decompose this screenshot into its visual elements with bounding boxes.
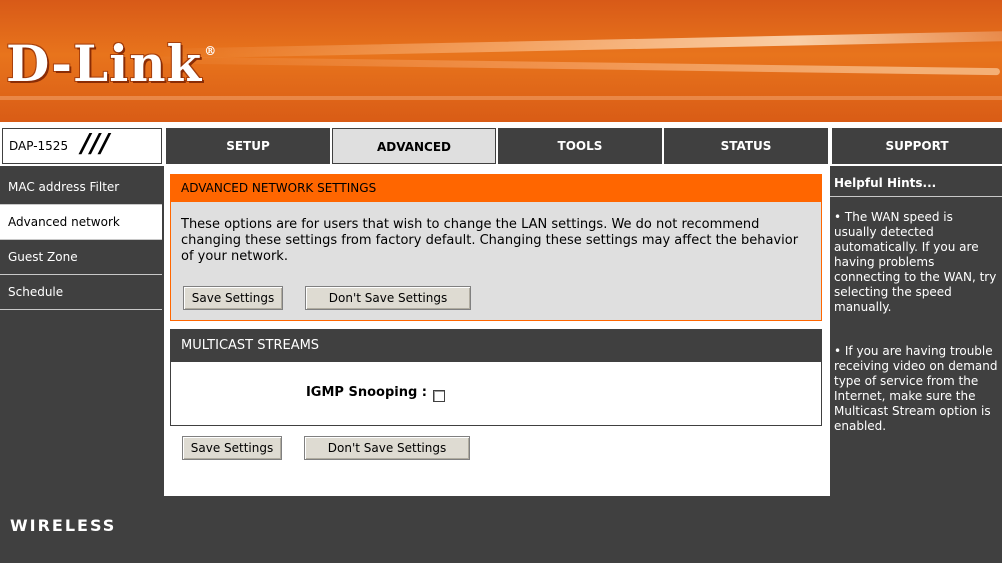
- divider: [830, 196, 1002, 197]
- wireless-logo: WIRELESS: [10, 516, 117, 535]
- section-title: MULTICAST STREAMS: [171, 330, 821, 362]
- registered-mark: ®: [204, 44, 218, 58]
- tab-support[interactable]: SUPPORT: [832, 128, 1002, 164]
- banner-streak: [119, 55, 1001, 76]
- banner-streak: [159, 31, 1002, 59]
- banner-streak: [0, 96, 1002, 100]
- save-settings-button[interactable]: Save Settings: [183, 286, 283, 310]
- model-label-box: DAP-1525 ///: [2, 128, 162, 164]
- section-description: These options are for users that wish to…: [181, 217, 799, 264]
- save-settings-button[interactable]: Save Settings: [182, 436, 282, 460]
- header-banner: D-Link ®: [0, 0, 1002, 122]
- dlink-logo: D-Link ®: [6, 34, 218, 93]
- model-name: DAP-1525: [9, 139, 69, 153]
- sidebar-item-mac-address-filter[interactable]: MAC address Filter: [0, 170, 162, 205]
- tab-status[interactable]: STATUS: [664, 128, 828, 164]
- router-admin-page: D-Link ® DAP-1525 /// SETUP ADVANCED TOOL…: [0, 0, 1002, 563]
- slashes-icon: ///: [81, 129, 110, 159]
- main-content: ADVANCED NETWORK SETTINGS These options …: [164, 166, 830, 496]
- hint-text: • If you are having trouble receiving vi…: [834, 344, 998, 433]
- sidebar-item-advanced-network[interactable]: Advanced network: [0, 205, 162, 240]
- helpful-hints-panel: Helpful Hints... • The WAN speed is usua…: [830, 166, 1002, 496]
- dont-save-settings-button[interactable]: Don't Save Settings: [305, 286, 471, 310]
- section-title: ADVANCED NETWORK SETTINGS: [171, 175, 821, 202]
- hint-text: • The WAN speed is usually detected auto…: [834, 210, 997, 314]
- igmp-snooping-checkbox[interactable]: [433, 390, 445, 402]
- hints-title: Helpful Hints...: [834, 176, 937, 190]
- tab-setup[interactable]: SETUP: [166, 128, 330, 164]
- multicast-streams-section: MULTICAST STREAMS IGMP Snooping :: [170, 329, 822, 426]
- igmp-snooping-label: IGMP Snooping :: [305, 385, 427, 400]
- sidebar-item-guest-zone[interactable]: Guest Zone: [0, 240, 162, 275]
- dont-save-settings-button[interactable]: Don't Save Settings: [304, 436, 470, 460]
- sidebar-item-schedule[interactable]: Schedule: [0, 275, 162, 310]
- footer: WIRELESS: [0, 496, 1002, 563]
- advanced-network-section: ADVANCED NETWORK SETTINGS These options …: [170, 174, 822, 321]
- sidebar: MAC address Filter Advanced network Gues…: [0, 166, 164, 496]
- tab-tools[interactable]: TOOLS: [498, 128, 662, 164]
- tab-advanced[interactable]: ADVANCED: [332, 128, 496, 164]
